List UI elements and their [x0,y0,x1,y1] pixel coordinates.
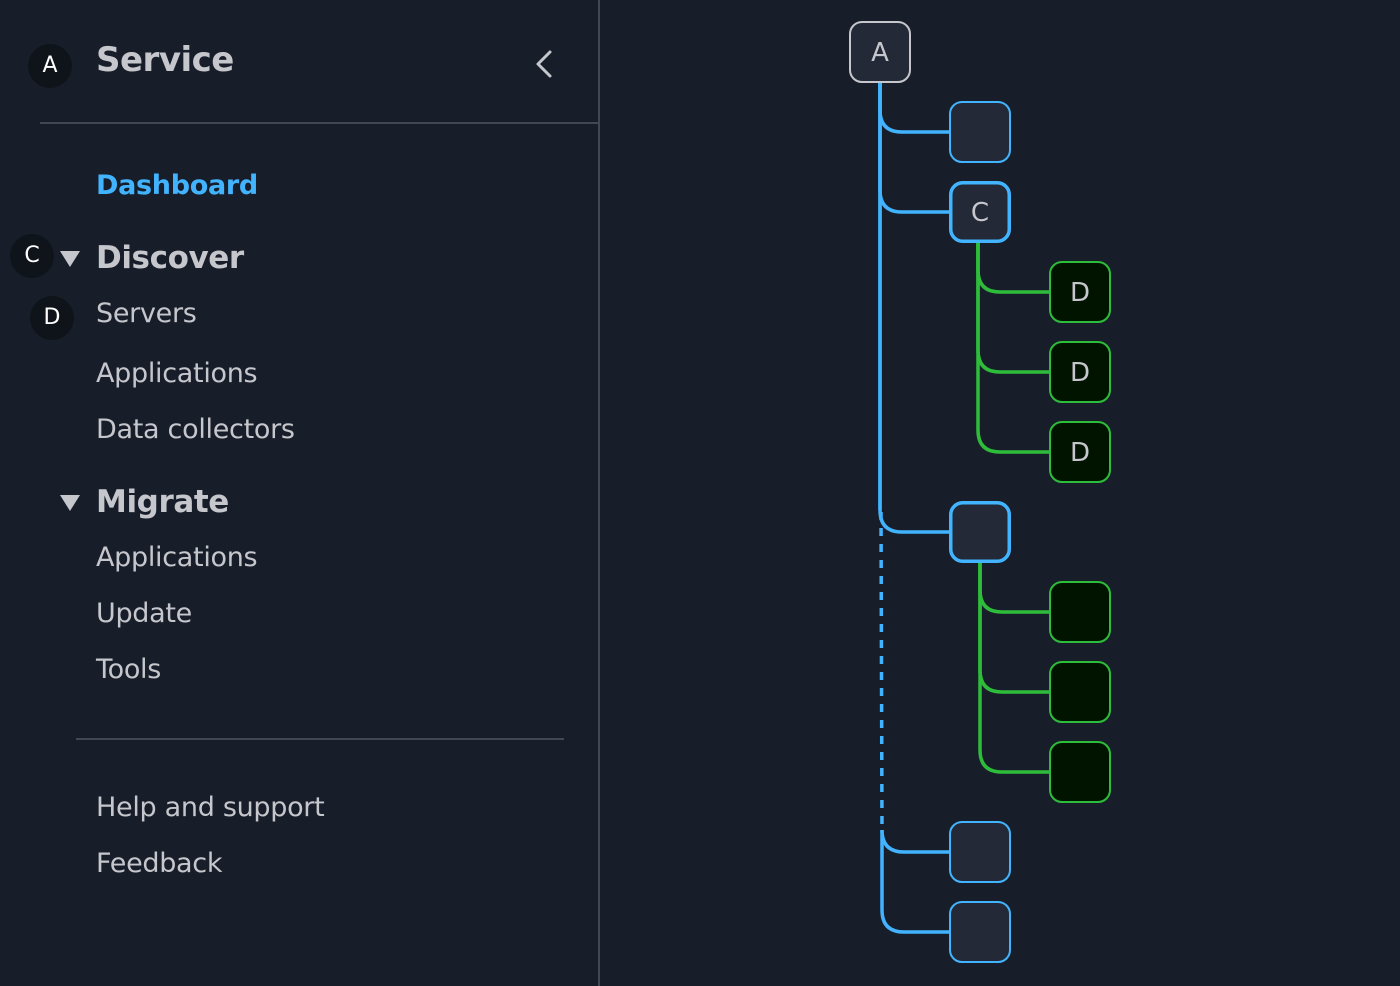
node-leaf-1-1-label: D [1070,358,1090,388]
nav-discover-servers[interactable]: Servers [96,298,197,329]
edge-root-child-4 [880,830,949,934]
marker-d: D [30,296,74,340]
nav-migrate-applications[interactable]: Applications [96,542,258,573]
footer-divider [76,738,564,740]
edge-child-1-leaf-1 [976,243,1049,374]
section-discover-toggle[interactable]: Discover [60,240,244,276]
collapse-sidebar-button[interactable] [524,44,564,84]
edge-root-child-1 [878,83,949,214]
nav-dashboard[interactable]: Dashboard [96,170,258,201]
nav-discover-data-collectors[interactable]: Data collectors [96,414,295,445]
node-child-1-label: C [971,198,989,228]
node-child-3[interactable] [949,821,1011,883]
node-root-label: A [871,38,889,68]
edge-child-2-leaf-0 [978,563,1049,614]
node-leaf-1-0-label: D [1070,278,1090,308]
nav-help-and-support[interactable]: Help and support [96,792,325,823]
edge-child-1-leaf-0 [976,243,1049,294]
marker-a: A [28,44,72,88]
node-leaf-2-1[interactable] [1049,661,1111,723]
nav-discover-applications[interactable]: Applications [96,358,258,389]
chevron-left-icon [536,50,552,78]
nav-migrate-tools[interactable]: Tools [96,654,161,685]
nav-feedback[interactable]: Feedback [96,848,222,879]
edge-root-child-2 [878,83,949,534]
edge-child-2-leaf-2 [978,563,1049,774]
section-discover-label: Discover [96,240,244,276]
tree-diagram: A D D D C [849,21,1111,963]
edge-root-child-0 [878,83,949,134]
section-migrate-toggle[interactable]: Migrate [60,484,229,520]
caret-down-icon [60,251,80,267]
node-leaf-1-2-label: D [1070,438,1090,468]
edge-child-2-leaf-1 [978,563,1049,694]
node-child-0[interactable] [949,101,1011,163]
trunk-dashed-line [879,511,884,831]
marker-c: C [10,234,54,278]
node-child-2[interactable] [949,501,1011,563]
node-child-4[interactable] [949,901,1011,963]
header-divider [40,122,600,124]
edge-child-1-leaf-2 [976,243,1049,454]
side-navigation: A Service Dashboard C Discover D Servers… [0,0,600,986]
caret-down-icon [60,495,80,511]
edge-root-child-3 [880,829,949,854]
node-leaf-2-0[interactable] [1049,581,1111,643]
section-migrate-label: Migrate [96,484,229,520]
nav-migrate-update[interactable]: Update [96,598,192,629]
node-leaf-2-2[interactable] [1049,741,1111,803]
service-title[interactable]: Service [96,40,234,80]
